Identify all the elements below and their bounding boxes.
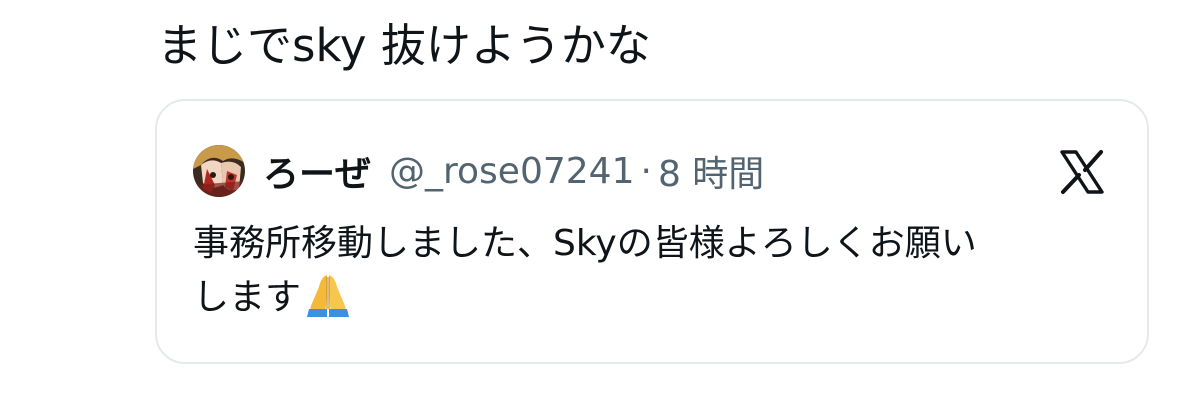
quoted-post-text-line-2: します (193, 271, 1123, 333)
quoted-post-text-line-2-content: します (193, 277, 302, 318)
quoted-post-text-line: 事務所移動しました、Skyの皆様よろしくお願い (193, 223, 977, 264)
meta-separator: · (640, 150, 652, 192)
quoted-post-card[interactable]: ろーぜ @_rose07241 · 8 時間 事務所移動しました、Skyの皆様よ… (155, 99, 1149, 364)
x-logo-icon (1057, 147, 1107, 197)
post-text: まじでsky 抜けようかな (157, 19, 651, 72)
folded-hands-icon (305, 271, 351, 333)
quoted-author-handle[interactable]: @_rose07241 (389, 151, 634, 192)
quoted-post-header: ろーぜ @_rose07241 · 8 時間 (193, 145, 764, 197)
quoted-author-name[interactable]: ろーぜ (263, 145, 371, 197)
avatar[interactable] (193, 145, 245, 197)
quoted-post-text: 事務所移動しました、Skyの皆様よろしくお願い します (193, 217, 1123, 333)
quoted-post-timestamp[interactable]: 8 時間 (658, 145, 764, 197)
